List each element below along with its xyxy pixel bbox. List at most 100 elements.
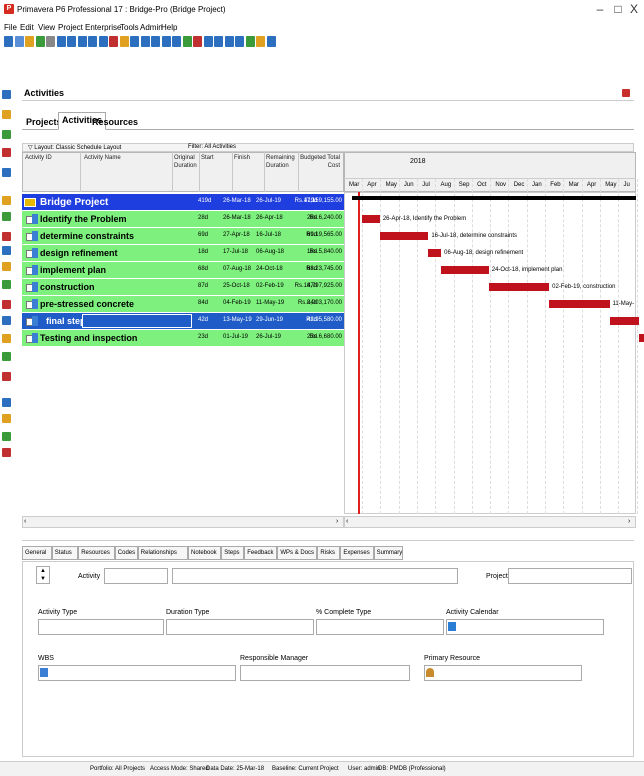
wbs-field[interactable] <box>38 665 236 681</box>
project-field[interactable] <box>508 568 632 584</box>
sidebar-icon[interactable] <box>2 212 11 221</box>
menu-edit[interactable]: Edit <box>20 23 34 32</box>
toolbar-icon[interactable] <box>266 36 276 47</box>
activity-bar[interactable] <box>441 266 489 274</box>
activity-bar[interactable] <box>428 249 442 257</box>
toolbar-icon[interactable] <box>172 36 181 47</box>
scroll-left-icon[interactable]: ‹ <box>24 518 26 525</box>
toolbar-icon[interactable] <box>245 36 255 47</box>
details-tab-2[interactable]: Resources <box>78 546 115 560</box>
toolbar-icon[interactable] <box>182 36 192 47</box>
toolbar-icon[interactable] <box>203 36 213 47</box>
details-tab-1[interactable]: Status <box>51 546 79 560</box>
toolbar-icon[interactable] <box>67 36 76 47</box>
sidebar-icon[interactable] <box>2 232 11 241</box>
activity-calendar-field[interactable] <box>446 619 604 635</box>
col-remaining-duration[interactable]: Remaining Duration <box>266 154 296 170</box>
details-tab-10[interactable]: Expenses <box>340 546 374 560</box>
activity-id-field[interactable] <box>104 568 168 584</box>
toolbar-icon[interactable] <box>140 36 150 47</box>
activity-bar[interactable] <box>379 232 429 240</box>
col-original-duration[interactable]: Original Duration <box>174 154 198 170</box>
primary-resource-field[interactable] <box>424 665 582 681</box>
sidebar-icon[interactable] <box>2 300 11 309</box>
close-button[interactable]: X <box>628 2 640 16</box>
sidebar-icon[interactable] <box>2 398 11 407</box>
toolbar-icon[interactable] <box>256 36 265 47</box>
sidebar-icon[interactable] <box>2 90 11 99</box>
close-pane-icon[interactable] <box>622 89 630 97</box>
sidebar-icon[interactable] <box>2 316 11 325</box>
responsible-manager-field[interactable] <box>240 665 410 681</box>
activity-bar[interactable] <box>361 215 380 223</box>
col-activity-name[interactable]: Activity Name <box>84 154 164 162</box>
toolbar-icon[interactable] <box>77 36 87 47</box>
col-start[interactable]: Start <box>201 154 229 162</box>
sidebar-icon[interactable] <box>2 372 11 381</box>
toolbar-icon[interactable] <box>98 36 108 47</box>
table-h-scrollbar[interactable] <box>22 516 344 528</box>
toolbar-icon[interactable] <box>151 36 160 47</box>
filter-label[interactable]: Filter: All Activities <box>188 144 236 150</box>
menu-file[interactable]: File <box>4 23 17 32</box>
toolbar-icon[interactable] <box>119 36 129 47</box>
activity-row[interactable]: Identify the Problem 28d 26-Mar-18 26-Apr-1… <box>22 211 344 228</box>
project-row[interactable]: Bridge Project 419d 26-Mar-18 26-Jul-19 … <box>22 194 344 211</box>
sidebar-icon[interactable] <box>2 110 11 119</box>
gantt-scroll-right-icon[interactable]: › <box>628 518 630 525</box>
toolbar-icon[interactable] <box>235 36 244 47</box>
tab-resources[interactable]: Resources <box>92 117 138 127</box>
col-activity-id[interactable]: Activity ID <box>25 154 75 162</box>
toolbar-icon[interactable] <box>214 36 223 47</box>
sidebar-icon[interactable] <box>2 148 11 157</box>
activity-bar[interactable] <box>609 317 639 325</box>
scroll-right-icon[interactable]: › <box>336 518 338 525</box>
gantt-scroll-left-icon[interactable]: ‹ <box>346 518 348 525</box>
sidebar-icon[interactable] <box>2 246 11 255</box>
toolbar-icon[interactable] <box>224 36 234 47</box>
activity-row[interactable]: design refinement 18d 17-Jul-18 06-Aug-18 18… <box>22 245 344 262</box>
sidebar-icon[interactable] <box>2 414 11 423</box>
toolbar-icon[interactable] <box>25 36 34 47</box>
activity-name-field[interactable] <box>172 568 458 584</box>
details-tab-7[interactable]: Feedback <box>244 546 278 560</box>
maximize-button[interactable]: □ <box>612 2 624 16</box>
details-tab-8[interactable]: WPs & Docs <box>277 546 318 560</box>
toolbar-icon[interactable] <box>46 36 55 47</box>
tab-projects[interactable]: Projects <box>26 117 62 127</box>
details-tab-4[interactable]: Relationships <box>137 546 188 560</box>
toolbar-icon[interactable] <box>161 36 171 47</box>
toolbar-icon[interactable] <box>56 36 66 47</box>
activity-row[interactable]: implement plan 68d 07-Aug-18 24-Oct-18 68d Rs… <box>22 262 344 279</box>
minimize-button[interactable]: – <box>594 2 606 16</box>
details-tab-11[interactable]: Summary <box>373 546 404 560</box>
activity-row[interactable]: pre-stressed concrete 84d 04-Feb-19 11-May-… <box>22 296 344 313</box>
menu-help[interactable]: Help <box>161 23 177 32</box>
sidebar-icon[interactable] <box>2 334 11 343</box>
sidebar-icon[interactable] <box>2 130 11 139</box>
activity-bar[interactable] <box>488 283 550 291</box>
toolbar-icon[interactable] <box>14 36 24 47</box>
sidebar-icon[interactable] <box>2 448 11 457</box>
details-tab-9[interactable]: Risks <box>317 546 341 560</box>
toolbar-icon[interactable] <box>4 36 13 47</box>
menu-admin[interactable]: Admin <box>140 23 163 32</box>
activity-bar[interactable] <box>549 300 610 308</box>
menu-enterprise[interactable]: Enterprise <box>85 23 121 32</box>
activity-type-select[interactable] <box>38 619 164 635</box>
name-edit-field[interactable] <box>82 314 192 328</box>
sidebar-icon[interactable] <box>2 196 11 205</box>
details-tab-6[interactable]: Steps <box>221 546 245 560</box>
activity-row[interactable]: final step 42d 13-May-19 29-Jun-19 42d Rs.95,… <box>22 313 344 330</box>
toolbar-icon[interactable] <box>35 36 45 47</box>
duration-type-select[interactable] <box>166 619 314 635</box>
toolbar-icon[interactable] <box>109 36 118 47</box>
menu-view[interactable]: View <box>38 23 55 32</box>
toolbar-icon[interactable] <box>193 36 202 47</box>
col-finish[interactable]: Finish <box>234 154 262 162</box>
activity-row[interactable]: Testing and inspection 23d 01-Jul-19 26-Jul… <box>22 330 344 347</box>
col-budget-cost[interactable]: Budgeted Total Cost <box>300 154 340 170</box>
menu-tools[interactable]: Tools <box>120 23 139 32</box>
pct-complete-type-select[interactable] <box>316 619 444 635</box>
sidebar-icon[interactable] <box>2 262 11 271</box>
